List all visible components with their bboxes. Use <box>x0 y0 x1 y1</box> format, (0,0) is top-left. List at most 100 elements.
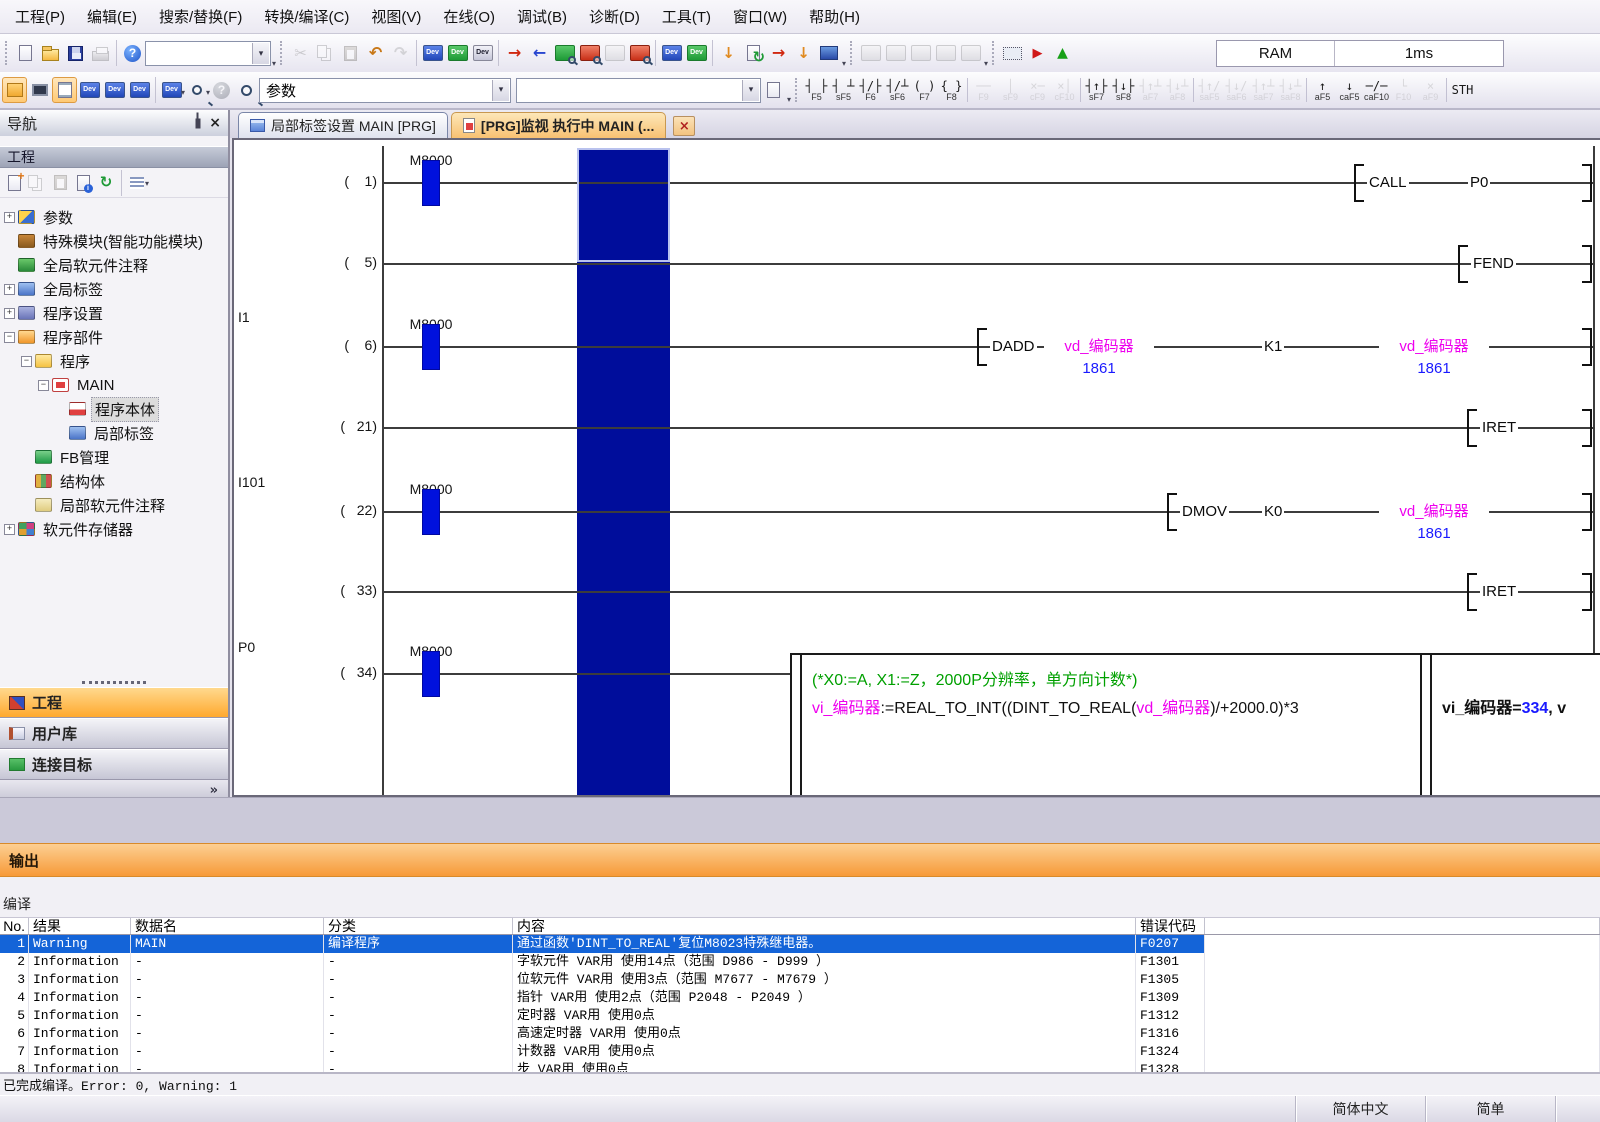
table-row[interactable]: 4 Information - - 指针 VAR用 使用2点（范围 P2048 … <box>0 989 1600 1007</box>
constant-operand[interactable]: K1 <box>1262 337 1284 357</box>
table-row[interactable]: 8 Information - - 步 VAR用 使用0点 F1328 <box>0 1061 1600 1072</box>
ladder-symbol-button[interactable]: ↑ aF5 <box>1309 74 1336 106</box>
device-operand[interactable]: vd_编码器 <box>1379 337 1489 357</box>
menu-item[interactable]: 搜索/替换(F) <box>148 1 253 32</box>
find-button[interactable] <box>234 77 259 103</box>
monitor-stop-button[interactable] <box>577 40 602 66</box>
menu-item[interactable]: 转换/编译(C) <box>253 1 360 32</box>
instruction-dmov[interactable]: DMOV <box>1180 502 1229 522</box>
property-button[interactable] <box>72 172 94 194</box>
column-header-result[interactable]: 结果 <box>29 918 131 934</box>
toolbar-grip[interactable] <box>280 41 285 65</box>
ladder-symbol-button[interactable]: { } F8 <box>938 74 965 106</box>
menu-item[interactable]: 帮助(H) <box>798 1 871 32</box>
ladder-symbol-button[interactable]: ┤/┴ sF6 <box>884 74 911 106</box>
write-to-plc-button[interactable]: Dev <box>420 40 445 66</box>
constant-operand[interactable]: K0 <box>1262 502 1284 522</box>
ladder-symbol-button[interactable]: ┤↓┴ saF8 <box>1277 74 1304 106</box>
cross-reference-button[interactable]: ↓ <box>716 40 741 66</box>
tree-item[interactable]: − MAIN <box>0 373 228 397</box>
ladder-symbol-button[interactable]: × aF9 <box>1417 74 1444 106</box>
tree-item[interactable]: + 软元件存储器 <box>0 517 228 541</box>
download-button[interactable]: → <box>502 40 527 66</box>
ladder-symbol-button[interactable]: ┤↓├ sF8 <box>1110 74 1137 106</box>
chevron-down-icon[interactable]: ▾ <box>252 43 269 64</box>
tree-item[interactable]: + 参数 <box>0 205 228 229</box>
ladder-symbol-button[interactable]: ┤↑/ saF5 <box>1196 74 1223 106</box>
monitor-pause-button[interactable] <box>602 40 627 66</box>
contact-on-symbol[interactable] <box>422 160 440 206</box>
read-from-plc-button[interactable]: Dev <box>445 40 470 66</box>
table-row[interactable]: 3 Information - - 位软元件 VAR用 使用3点（范围 M767… <box>0 971 1600 989</box>
toolbar-grip[interactable] <box>992 41 997 65</box>
device-monitor-button[interactable]: Dev <box>659 40 684 66</box>
chevron-down-icon[interactable]: ▾ <box>742 80 759 101</box>
close-icon[interactable]: × <box>209 116 221 130</box>
upload-button[interactable]: ← <box>527 40 552 66</box>
help-button[interactable] <box>120 40 145 66</box>
instruction-call[interactable]: CALL <box>1367 173 1409 193</box>
toolbar-grip[interactable] <box>795 78 800 102</box>
menu-item[interactable]: 诊断(D) <box>578 1 651 32</box>
ladder-symbol-button[interactable]: ┤ ├ F5 <box>803 74 830 106</box>
paste-button[interactable] <box>338 40 363 66</box>
device-comment-button[interactable]: Dev <box>77 77 102 103</box>
table-row[interactable]: 1 Warning MAIN 编译程序 通过函数'DINT_TO_REAL'复位… <box>0 935 1600 953</box>
module-configuration-button[interactable] <box>27 77 52 103</box>
device-combo[interactable]: ▾ <box>516 78 761 103</box>
paste-doc-button[interactable] <box>761 77 786 103</box>
table-row[interactable]: 2 Information - - 字软元件 VAR用 使用14点（范围 D98… <box>0 953 1600 971</box>
toolbar-grip[interactable] <box>850 41 855 65</box>
toolbar-overflow-button[interactable]: ▾ <box>984 59 988 68</box>
help-tool-button[interactable] <box>209 77 234 103</box>
device-batch-button[interactable]: Dev <box>127 77 152 103</box>
tree-item[interactable]: 结构体 <box>0 469 228 493</box>
workspace-switch-button[interactable]: 工程 <box>0 687 228 718</box>
chevron-down-icon[interactable]: ▾ <box>145 179 149 188</box>
ladder-symbol-button[interactable]: STH <box>1449 74 1476 106</box>
menu-item[interactable]: 调试(B) <box>506 1 578 32</box>
device-list-button[interactable]: ↻ <box>741 40 766 66</box>
menu-item[interactable]: 工具(T) <box>651 1 722 32</box>
new-project-item-button[interactable] <box>3 172 25 194</box>
device-find-button[interactable]: ▾ <box>184 77 209 103</box>
copy-item-button[interactable] <box>26 172 48 194</box>
table-row[interactable]: 6 Information - - 高速定时器 VAR用 使用0点 F1316 <box>0 1025 1600 1043</box>
ladder-symbol-button[interactable]: ┤/├ F6 <box>857 74 884 106</box>
tab-local-label[interactable]: 局部标签设置 MAIN [PRG] <box>238 112 448 138</box>
st-code-line[interactable]: vi_编码器:=REAL_TO_INT((DINT_TO_REAL(vd_编码器… <box>812 694 1418 718</box>
instruction-fend[interactable]: FEND <box>1471 254 1516 274</box>
output-title-bar[interactable]: 输出 <box>0 843 1600 877</box>
workspace-switch-button[interactable]: 连接目标 <box>0 749 228 780</box>
column-header-category[interactable]: 分类 <box>324 918 513 934</box>
sampling-trace-button[interactable]: → <box>766 40 791 66</box>
step-execution-button[interactable] <box>958 40 983 66</box>
tab-program-monitor[interactable]: [PRG]监视 执行中 MAIN (... <box>451 112 666 138</box>
toolbar-overflow-button[interactable]: ▾ <box>787 95 791 104</box>
expand-toggle[interactable]: + <box>4 524 15 535</box>
structured-text-box[interactable]: (*X0:=A, X1:=Z，2000P分辨率，单方向计数*) vi_编码器:=… <box>790 653 1600 797</box>
expand-toggle[interactable]: − <box>4 332 15 343</box>
skip-execution-button[interactable] <box>933 40 958 66</box>
tree-item[interactable]: + 全局标签 <box>0 277 228 301</box>
verify-with-plc-button[interactable]: Dev <box>470 40 495 66</box>
expand-toggle[interactable]: − <box>38 380 49 391</box>
monitor-start-button[interactable] <box>552 40 577 66</box>
ladder-symbol-button[interactable]: ×│ cF10 <box>1051 74 1078 106</box>
cut-button[interactable]: ✂ <box>288 40 313 66</box>
new-file-button[interactable] <box>13 40 38 66</box>
column-header-content[interactable]: 内容 <box>513 918 1136 934</box>
menu-item[interactable]: 工程(P) <box>4 1 76 32</box>
menu-item[interactable]: 编辑(E) <box>76 1 148 32</box>
instruction-iret[interactable]: IRET <box>1480 582 1518 602</box>
menu-item[interactable]: 窗口(W) <box>722 1 798 32</box>
toolbar-overflow-button[interactable]: ▾ <box>842 59 846 68</box>
panel-splitter-band[interactable] <box>0 797 1600 843</box>
tree-item[interactable]: − 程序部件 <box>0 325 228 349</box>
tree-item[interactable]: 特殊模块(智能功能模块) <box>0 229 228 253</box>
ladder-symbol-button[interactable]: ┤ ┴ sF5 <box>830 74 857 106</box>
ladder-symbol-button[interactable]: ↓ caF5 <box>1336 74 1363 106</box>
toolbar-overflow-button[interactable]: ▾ <box>272 59 276 68</box>
tree-item[interactable]: 程序本体 <box>0 397 228 421</box>
contact-on-symbol[interactable] <box>422 324 440 370</box>
